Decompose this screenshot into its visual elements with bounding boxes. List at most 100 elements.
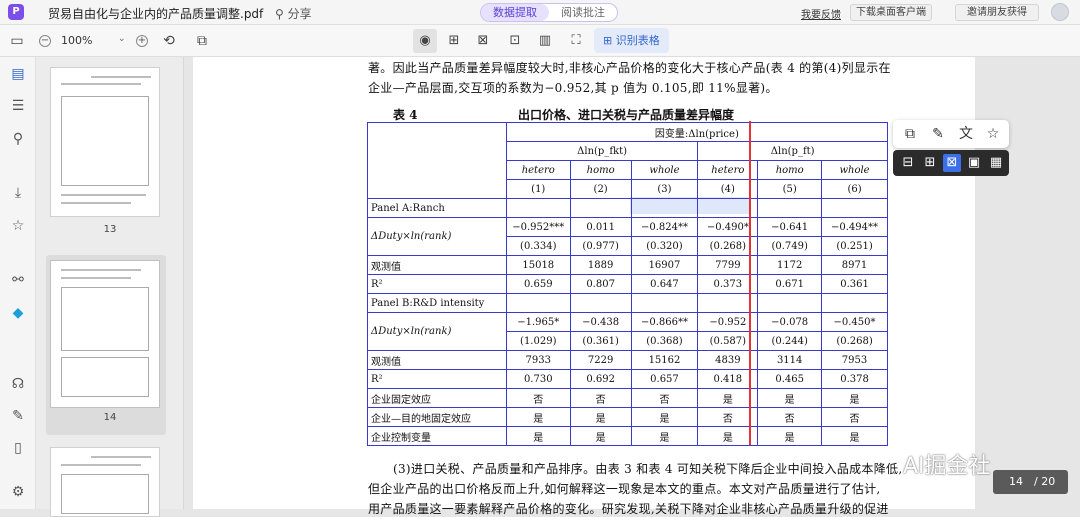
data-table[interactable]: 因变量:Δln(price) Δln(p_fkt) Δln(p_ft) heter… <box>367 122 889 446</box>
zoom-in-button[interactable]: + <box>136 35 148 47</box>
table-cell: (0.320) <box>630 236 699 256</box>
table-cell: 0.657 <box>630 369 699 389</box>
gear-icon[interactable]: ⚙ <box>9 483 27 501</box>
edit-note-icon[interactable]: ✎ <box>9 407 27 425</box>
panel-b-label: Panel B:R&D intensity <box>367 293 507 313</box>
recognize-table-button[interactable]: ⊞ 识别表格 <box>594 28 669 53</box>
page-indicator[interactable]: 14 / 20 <box>993 470 1068 494</box>
zoom-out-button[interactable]: − <box>39 35 51 47</box>
table-cell: 是 <box>821 426 888 446</box>
paragraph-line: 企业—产品层面,交互项的系数为−0.952,其 p 值为 0.105,即 11%… <box>368 81 778 95</box>
group-header-1: Δln(p_fkt) <box>505 141 699 161</box>
tab-data-extract[interactable]: 数据提取 <box>481 4 549 21</box>
title-bar: P 贸易自由化与企业内的产品质量调整.pdf ⚲ 分享 数据提取 阅读批注 我要… <box>0 0 1080 25</box>
row-label: 观测值 <box>367 350 507 370</box>
thumbnails-icon[interactable]: ▤ <box>9 65 27 83</box>
table-cell: −1.965* <box>505 312 571 332</box>
share-label: 分享 <box>287 7 312 21</box>
dep-var-header: 因变量:Δln(price) <box>505 122 889 142</box>
chevron-down-icon[interactable]: ⌄ <box>118 34 126 44</box>
current-page[interactable]: 14 <box>1009 470 1023 494</box>
table-cell: −0.450* <box>821 312 888 332</box>
col-num: (5) <box>757 179 823 199</box>
share-button[interactable]: ⚲ 分享 <box>275 5 312 22</box>
avatar[interactable] <box>1051 3 1069 21</box>
recognize-table-label: 识别表格 <box>615 34 660 47</box>
copy-icon[interactable]: ⧉ <box>901 125 919 143</box>
table-cell: 0.465 <box>757 369 823 389</box>
table-cell: 1172 <box>757 255 823 275</box>
eye-icon[interactable]: ◉ <box>413 29 437 53</box>
headset-icon[interactable]: ☊ <box>9 375 27 393</box>
table-cell: −0.078 <box>757 312 823 332</box>
select-text-icon[interactable]: ⊞ <box>442 29 466 53</box>
col-num: (6) <box>821 179 888 199</box>
zoom-level[interactable]: 100% <box>61 34 92 47</box>
table-cell: (0.361) <box>569 331 632 351</box>
table-cell: (1.029) <box>505 331 571 351</box>
table-cell: 是 <box>505 426 571 446</box>
thumbnail-page-14[interactable] <box>50 260 160 408</box>
col-type: whole <box>821 160 888 180</box>
table-cell: 0.659 <box>505 274 571 294</box>
invite-friends-button[interactable]: 邀请朋友获得 <box>955 4 1039 21</box>
table-cell: 是 <box>630 426 699 446</box>
grid-icon[interactable]: ▦ <box>987 154 1005 172</box>
table-cell: 16907 <box>630 255 699 275</box>
group-header-2: Δln(p_ft) <box>697 141 888 161</box>
table-clear-icon[interactable]: ⊠ <box>471 29 495 53</box>
translate-icon[interactable]: 文 <box>957 125 975 143</box>
rotate-icon[interactable]: ⟲ <box>160 32 178 50</box>
column-split-line[interactable] <box>749 121 751 445</box>
table-cell: 7229 <box>569 350 632 370</box>
table-cell: 7953 <box>821 350 888 370</box>
tab-read-annotate[interactable]: 阅读批注 <box>549 4 617 21</box>
share-icon: ⚲ <box>275 7 288 21</box>
table-cell: −0.824** <box>630 217 699 237</box>
outline-icon[interactable]: ☰ <box>9 97 27 115</box>
table-icon: ⊞ <box>603 34 616 47</box>
merge-cell-icon[interactable]: ▣ <box>965 154 983 172</box>
table-cell: 是 <box>630 407 699 427</box>
table-cell: 否 <box>821 407 888 427</box>
table-cell: −0.494** <box>821 217 888 237</box>
col-num: (1) <box>505 179 571 199</box>
feedback-link[interactable]: 我要反馈 <box>801 6 841 21</box>
table-cell: 0.692 <box>569 369 632 389</box>
add-row-icon[interactable]: ⊟ <box>899 154 917 172</box>
paragraph-line: (3)进口关税、产品质量和产品排序。由表 3 和表 4 可知关税下降后企业中间投… <box>393 462 903 476</box>
thumbnail-page-15[interactable] <box>50 447 160 517</box>
download-client-button[interactable]: 下载桌面客户端 <box>850 4 932 21</box>
download-icon[interactable]: ⤓ <box>9 184 27 202</box>
table-cell: 0.011 <box>569 217 632 237</box>
row-label: ΔDuty×ln(rank) <box>367 312 507 351</box>
star-icon[interactable]: ☆ <box>9 217 27 235</box>
table-cell: 0.671 <box>757 274 823 294</box>
crop-page-icon[interactable]: ⧉ <box>193 32 211 50</box>
table-cell: 是 <box>569 426 632 446</box>
book-icon[interactable]: ▯ <box>9 439 27 457</box>
table-cell: (0.334) <box>505 236 571 256</box>
screenshot-icon[interactable]: ⊡ <box>503 29 527 53</box>
row-label: R² <box>367 274 507 294</box>
star-icon[interactable]: ☆ <box>984 125 1002 143</box>
search-icon[interactable]: ⚲ <box>9 130 27 148</box>
share-nodes-icon[interactable]: ⚯ <box>9 271 27 289</box>
delete-cell-icon[interactable]: ⊠ <box>943 154 961 172</box>
main-toolbar: ▭ − 100% ⌄ + ⟲ ⧉ ◉ ⊞ ⊠ ⊡ ▥ ⛶ ⊞ 识别表格 <box>0 25 1080 57</box>
table-cell: 否 <box>757 407 823 427</box>
table-cell: 是 <box>757 426 823 446</box>
col-num: (3) <box>630 179 699 199</box>
pen-icon[interactable]: ✎ <box>929 125 947 143</box>
table-cell: 否 <box>630 388 699 408</box>
thumbnail-page-13[interactable] <box>50 67 160 217</box>
add-column-icon[interactable]: ⊞ <box>921 154 939 172</box>
scan-icon[interactable]: ⛶ <box>564 29 588 53</box>
table-number: 表 4 <box>393 108 418 122</box>
c-app-icon[interactable]: ◆ <box>9 304 27 322</box>
table-cell: −0.952*** <box>505 217 571 237</box>
barcode-icon[interactable]: ▥ <box>533 29 557 53</box>
folder-icon[interactable]: ▭ <box>8 32 26 50</box>
thumbnail-pane: 13 14 <box>36 57 217 517</box>
table-cell: 否 <box>569 388 632 408</box>
